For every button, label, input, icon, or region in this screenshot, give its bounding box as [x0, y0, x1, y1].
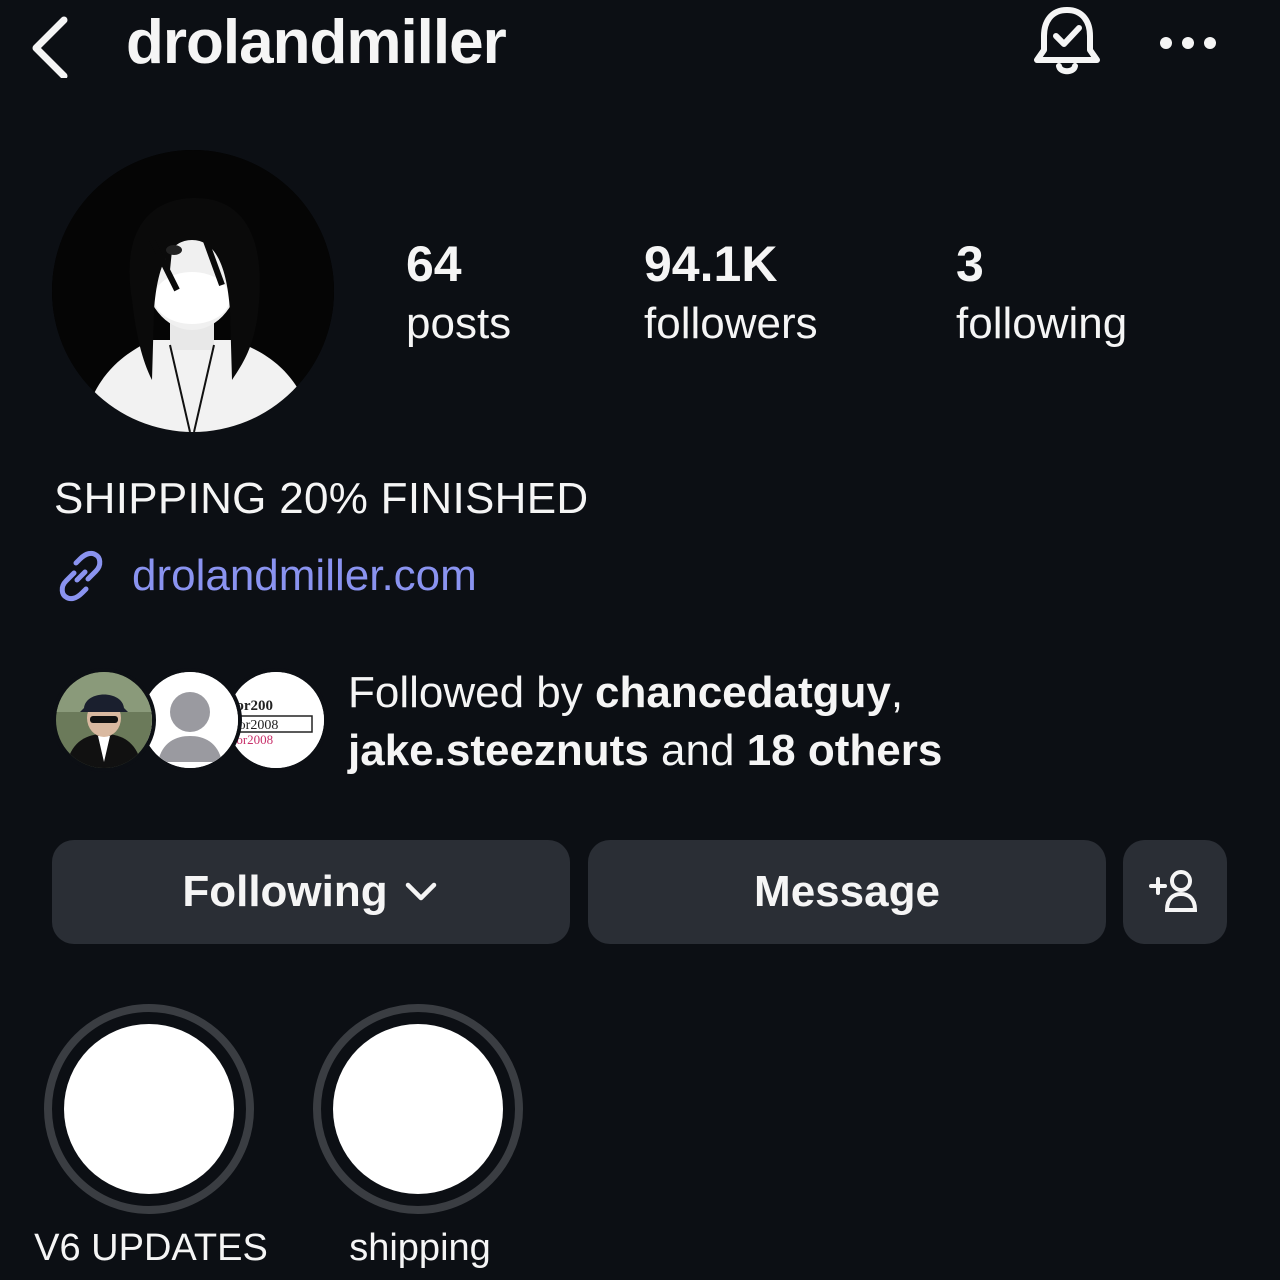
- mutual-avatar: [52, 668, 156, 772]
- highlight-label: V6 UPDATES: [34, 1227, 268, 1269]
- followed-by-middle: and: [648, 726, 747, 775]
- following-button[interactable]: Following: [52, 840, 570, 944]
- bell-check-icon: [1034, 7, 1100, 75]
- following-count: 3: [956, 236, 984, 292]
- stat-followers[interactable]: 94.1K followers: [644, 232, 818, 352]
- link-icon: [59, 550, 103, 602]
- profile-screen: drolandmiller 64 posts 94.1K followers 3…: [0, 0, 1280, 1280]
- more-options-button[interactable]: [1150, 16, 1226, 70]
- stat-following[interactable]: 3 following: [956, 232, 1127, 352]
- chevron-left-icon: [32, 16, 68, 80]
- profile-username: drolandmiller: [126, 8, 507, 77]
- followers-label: followers: [644, 299, 818, 348]
- back-button[interactable]: [22, 8, 78, 80]
- highlight-cover: [333, 1024, 503, 1194]
- website-link-text: drolandmiller.com: [132, 551, 477, 600]
- posts-label: posts: [406, 299, 512, 348]
- highlight-ring: [44, 1004, 254, 1214]
- followed-by-prefix: Followed by: [348, 668, 596, 717]
- add-user-icon: [1149, 870, 1198, 912]
- highlight-ring: [313, 1004, 523, 1214]
- more-horizontal-icon: [1160, 37, 1216, 49]
- posts-count: 64: [406, 236, 462, 292]
- profile-avatar[interactable]: [52, 150, 334, 432]
- mutual-user-2: jake.steeznuts: [348, 726, 649, 775]
- error2008-logo: ror200 ror2008 ror2008: [228, 672, 324, 768]
- mutual-user-1: chancedatguy: [595, 668, 891, 717]
- mutual-avatar-photo: [56, 672, 152, 768]
- bio-text: SHIPPING 20% FINISHED: [54, 474, 589, 523]
- followed-by-sep: ,: [890, 668, 904, 717]
- stat-posts[interactable]: 64 posts: [406, 232, 511, 352]
- chevron-down-icon: [405, 882, 436, 901]
- highlight-label: shipping: [349, 1227, 491, 1269]
- followers-count: 94.1K: [644, 236, 778, 292]
- message-button-label: Message: [754, 867, 940, 916]
- notifications-button[interactable]: [1028, 2, 1106, 82]
- followed-by-text[interactable]: Followed by chancedatguy, jake.steeznuts…: [348, 664, 942, 780]
- following-button-label: Following: [182, 867, 388, 916]
- highlight-cover: [64, 1024, 234, 1194]
- mutual-followers-avatars[interactable]: ror200 ror2008 ror2008: [52, 666, 328, 776]
- following-label: following: [956, 299, 1128, 348]
- suggest-users-button[interactable]: [1123, 840, 1227, 944]
- mutual-others-count: 18 others: [746, 726, 943, 775]
- avatar-photo: [52, 150, 334, 432]
- website-link[interactable]: drolandmiller.com: [52, 544, 477, 608]
- message-button[interactable]: Message: [588, 840, 1106, 944]
- default-user-icon: [142, 672, 238, 768]
